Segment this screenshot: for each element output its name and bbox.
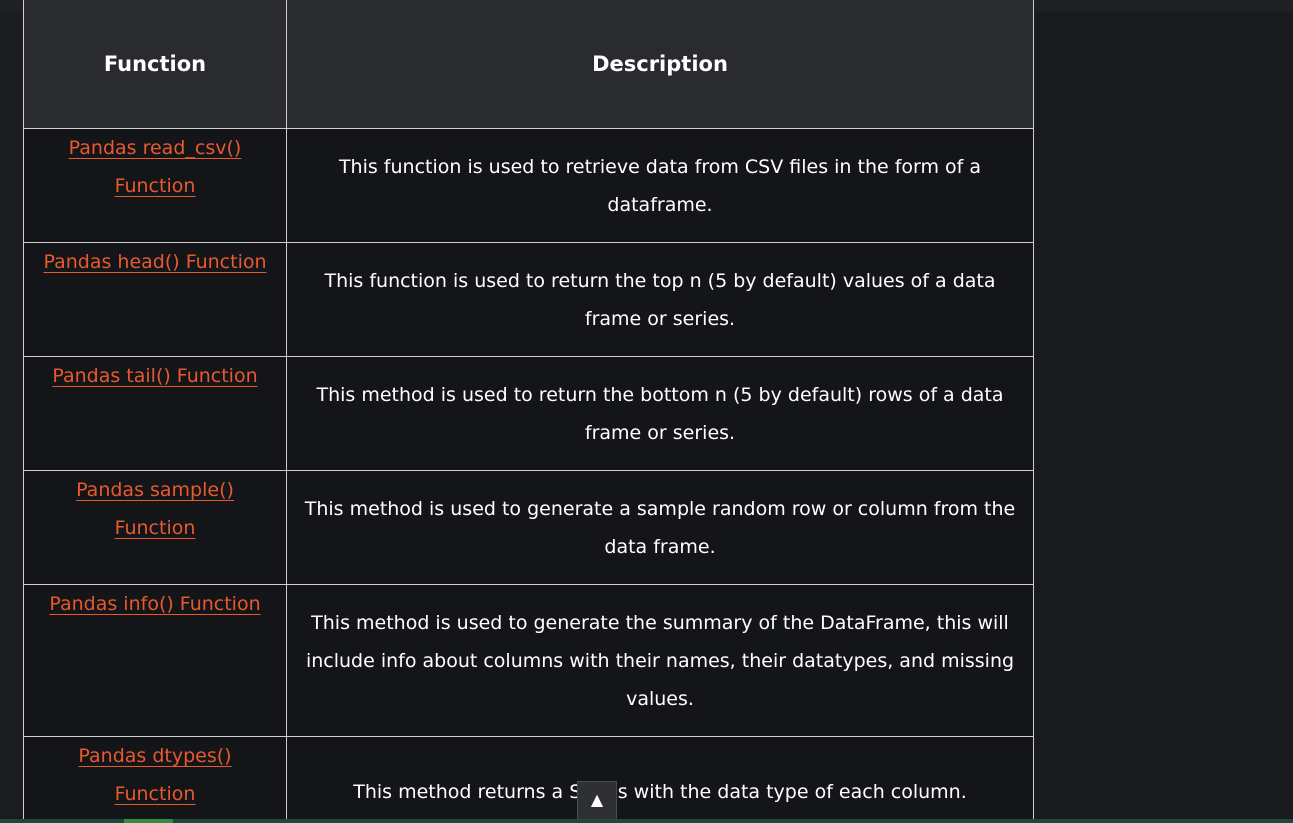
bottom-accent: [124, 819, 173, 823]
table-row: Pandas info() Function This method is us…: [23, 584, 1034, 737]
scroll-to-top-button[interactable]: ▲: [577, 781, 617, 820]
table-header-row: Function Description: [23, 0, 1034, 129]
table-row: Pandas head() Function This function is …: [23, 242, 1034, 357]
function-cell: Pandas tail() Function: [23, 356, 287, 471]
description-cell: This method is used to generate the summ…: [286, 584, 1034, 737]
bottom-bar: [0, 819, 1293, 823]
description-cell: This method is used to return the bottom…: [286, 356, 1034, 471]
function-link-dtypes[interactable]: Pandas dtypes() Function: [78, 745, 231, 805]
function-link-sample[interactable]: Pandas sample() Function: [76, 479, 234, 539]
arrow-up-icon: ▲: [590, 790, 604, 809]
description-cell: This function is used to return the top …: [286, 242, 1034, 357]
functions-table: Function Description Pandas read_csv() F…: [23, 0, 1034, 823]
header-function: Function: [23, 0, 287, 129]
function-link-head[interactable]: Pandas head() Function: [43, 251, 266, 273]
function-link-info[interactable]: Pandas info() Function: [49, 593, 260, 615]
description-cell: This method returns a Series with the da…: [286, 736, 1034, 823]
function-link-tail[interactable]: Pandas tail() Function: [52, 365, 257, 387]
function-cell: Pandas info() Function: [23, 584, 287, 737]
function-link-read-csv[interactable]: Pandas read_csv() Function: [69, 137, 242, 197]
function-cell: Pandas head() Function: [23, 242, 287, 357]
function-cell: Pandas dtypes() Function: [23, 736, 287, 823]
function-cell: Pandas read_csv() Function: [23, 128, 287, 243]
table-row: Pandas tail() Function This method is us…: [23, 356, 1034, 471]
description-cell: This function is used to retrieve data f…: [286, 128, 1034, 243]
right-sidebar: [1032, 12, 1293, 820]
description-cell: This method is used to generate a sample…: [286, 470, 1034, 585]
header-description: Description: [286, 0, 1034, 129]
table-row: Pandas dtypes() Function This method ret…: [23, 736, 1034, 823]
table-row: Pandas sample() Function This method is …: [23, 470, 1034, 585]
table-row: Pandas read_csv() Function This function…: [23, 128, 1034, 243]
function-cell: Pandas sample() Function: [23, 470, 287, 585]
